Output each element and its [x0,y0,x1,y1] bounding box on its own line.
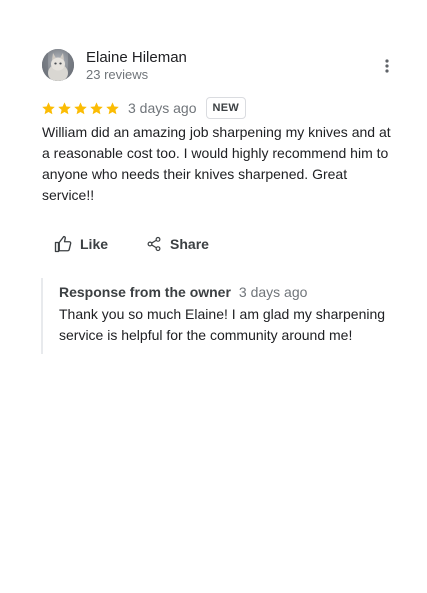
owner-response-title: Response from the owner [59,284,231,300]
reviewer-review-count: 23 reviews [86,67,149,82]
like-label: Like [80,236,109,252]
review-text: William did an amazing job sharpening my… [42,124,391,203]
avatar-photo [42,49,74,81]
owner-response-header: Response from the owner 3 days ago [59,284,307,300]
reviewer-avatar[interactable] [42,49,74,81]
thumb-up-icon [54,235,72,253]
rating-row: 3 days ago NEW [41,97,247,119]
new-badge: NEW [205,97,247,119]
share-label: Share [170,236,209,252]
share-icon [147,236,161,252]
review-date: 3 days ago [128,100,197,116]
like-button[interactable]: Like [42,231,120,257]
owner-response-text: Thank you so much Elaine! I am glad my s… [59,306,386,343]
star-icon [58,101,71,114]
reviewer-name[interactable]: Elaine Hileman [86,49,187,66]
owner-response-date: 3 days ago [238,284,308,300]
more-options-button[interactable] [377,56,397,76]
review-actions: Like Share [42,230,221,258]
star-icon [90,101,103,114]
star-rating [41,101,120,116]
more-vert-icon [385,59,389,73]
star-icon [74,101,87,114]
star-icon [42,101,55,114]
review-card: Elaine Hileman 23 reviews 3 days ago NEW… [0,0,427,593]
share-button[interactable]: Share [134,232,221,256]
review-header: Elaine Hileman 23 reviews [42,48,392,84]
star-icon [106,101,119,114]
owner-response: Response from the owner 3 days ago Thank… [41,278,393,354]
